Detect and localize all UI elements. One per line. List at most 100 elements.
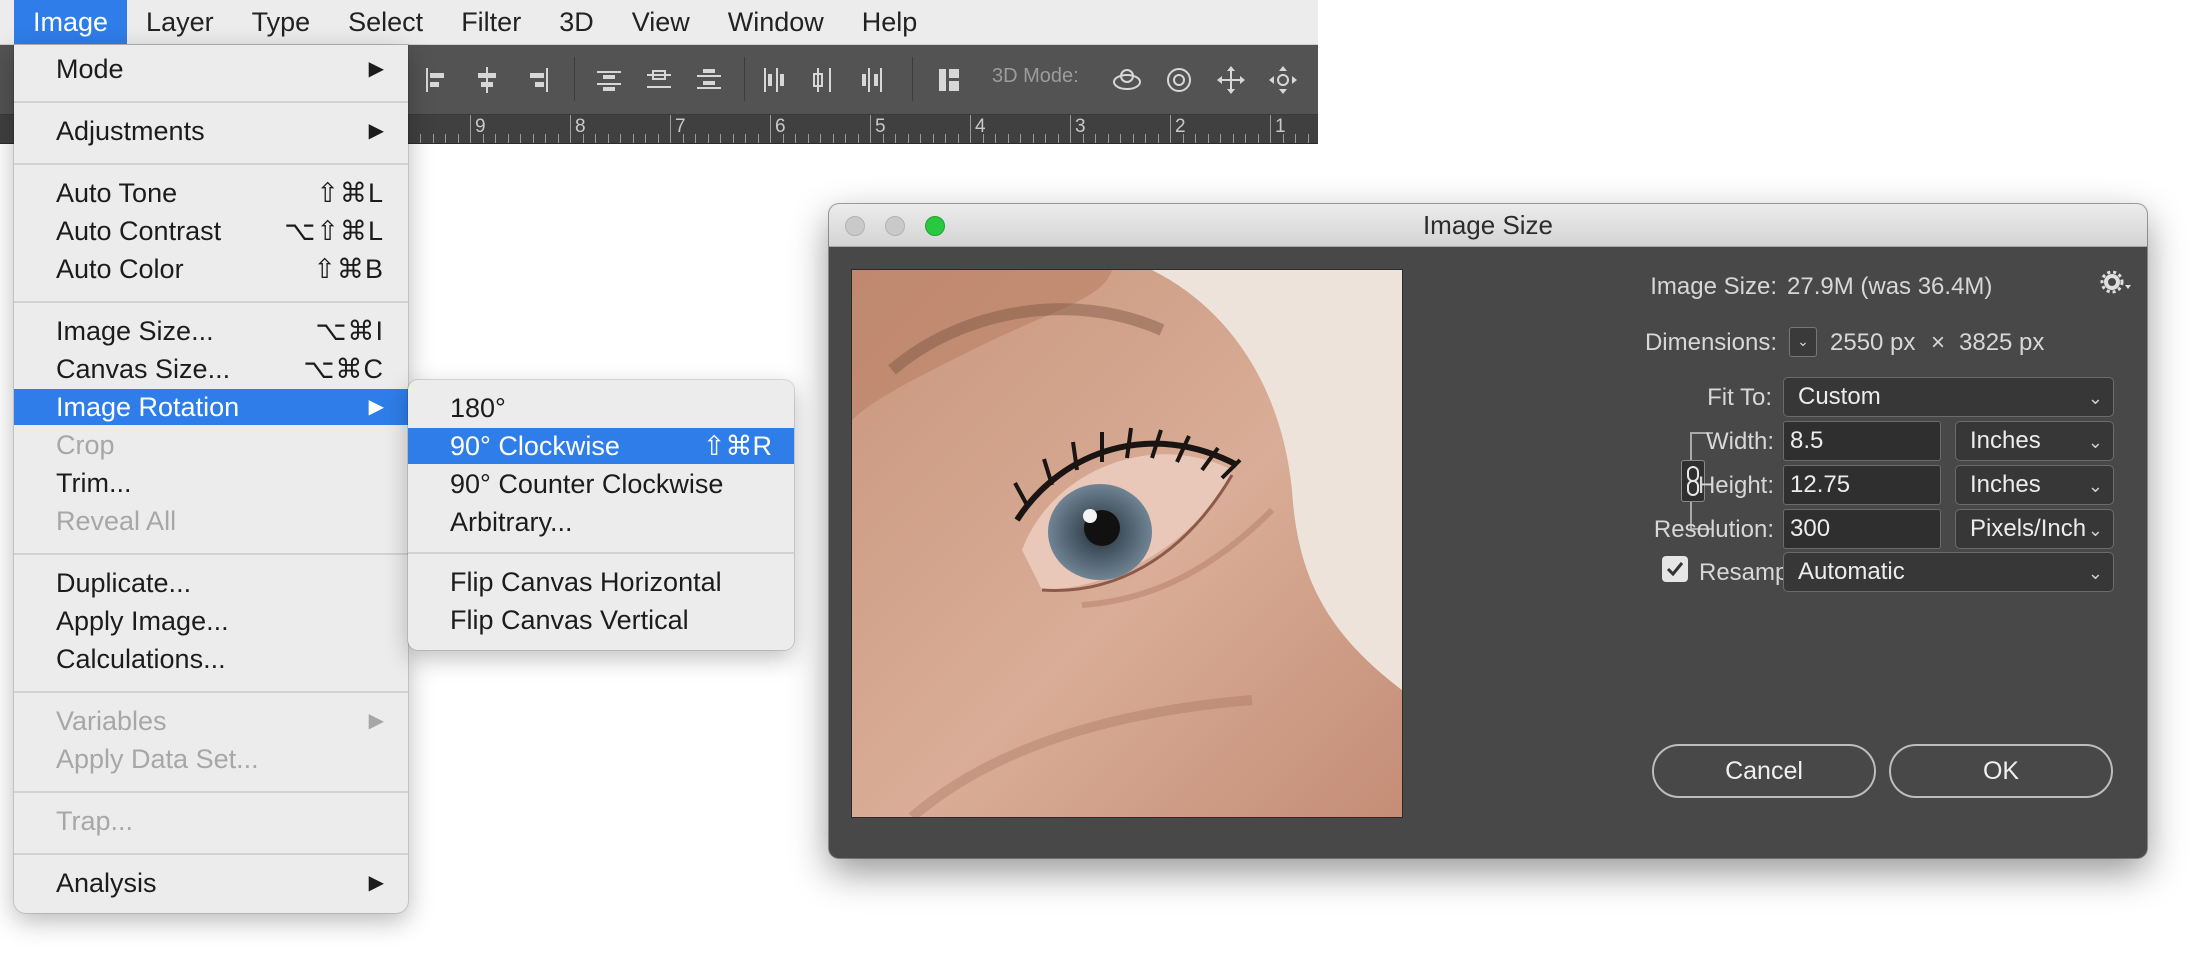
dimensions-height-value: 3825 px xyxy=(1959,329,2045,356)
menu-separator xyxy=(14,301,408,303)
menu-shortcut: ⌥⇧⌘L xyxy=(284,216,384,246)
image-menu: Mode ▶ Adjustments ▶ Auto Tone ⇧⌘L Auto Con… xyxy=(14,45,408,913)
ruler-tick xyxy=(495,134,496,143)
menu-help[interactable]: Help xyxy=(843,0,937,44)
menu-item-rotate-90-ccw[interactable]: 90° Counter Clockwise xyxy=(408,466,794,502)
distribute-bottom-edges-icon[interactable] xyxy=(692,63,726,97)
ruler-label: 8 xyxy=(575,116,586,137)
checkmark-icon xyxy=(1666,562,1684,577)
orbit-3d-camera-icon[interactable] xyxy=(1110,63,1144,97)
menu-item-trim[interactable]: Trim... xyxy=(14,465,408,501)
menu-type[interactable]: Type xyxy=(233,0,330,44)
dialog-title: Image Size xyxy=(1422,210,1554,240)
dialog-body: Image Size: 27.9M (was 36.4M) Dimensions… xyxy=(829,247,2147,858)
dimensions-label: Dimensions: xyxy=(1644,329,1777,356)
ruler-tick xyxy=(1220,134,1221,143)
submenu-arrow-icon: ▶ xyxy=(368,58,384,80)
ruler-tick xyxy=(757,134,759,143)
menu-separator xyxy=(14,791,408,793)
menu-item-image-size[interactable]: Image Size... ⌥⌘I xyxy=(14,313,408,349)
distribute-left-edges-icon[interactable] xyxy=(756,63,790,97)
menu-item-label: Mode xyxy=(56,54,124,84)
menu-item-flip-horizontal[interactable]: Flip Canvas Horizontal xyxy=(408,564,794,600)
align-horizontal-centers-icon[interactable] xyxy=(470,63,504,97)
menu-item-calculations[interactable]: Calculations... xyxy=(14,641,408,677)
menu-item-flip-vertical[interactable]: Flip Canvas Vertical xyxy=(408,602,794,638)
menu-view[interactable]: View xyxy=(613,0,709,44)
menu-item-rotate-180[interactable]: 180° xyxy=(408,390,794,426)
roll-3d-camera-icon[interactable] xyxy=(1162,63,1196,97)
ruler-tick xyxy=(957,134,959,143)
menu-item-rotate-arbitrary[interactable]: Arbitrary... xyxy=(408,504,794,540)
distribute-right-edges-icon[interactable] xyxy=(856,63,890,97)
distribute-vertical-centers-icon[interactable] xyxy=(642,63,676,97)
image-size-value: 27.9M (was 36.4M) xyxy=(1787,273,1993,300)
height-label: Height: xyxy=(1697,472,1774,499)
distribute-horizontal-centers-icon[interactable] xyxy=(806,63,840,97)
align-right-edges-icon[interactable] xyxy=(520,63,554,97)
menu-item-canvas-size[interactable]: Canvas Size... ⌥⌘C xyxy=(14,351,408,387)
menu-item-mode[interactable]: Mode ▶ xyxy=(14,51,408,87)
height-unit-select[interactable]: Inches ⌄ xyxy=(1955,465,2114,505)
menu-item-auto-color[interactable]: Auto Color ⇧⌘B xyxy=(14,251,408,287)
dialog-titlebar[interactable]: Image Size xyxy=(829,204,2147,247)
menu-item-rotate-90-cw[interactable]: 90° Clockwise ⇧⌘R xyxy=(408,428,794,464)
menu-item-label: Auto Tone xyxy=(56,178,178,208)
menu-item-label: Apply Data Set... xyxy=(56,744,259,774)
menu-item-label: Image Size... xyxy=(56,316,214,346)
ruler-tick xyxy=(845,134,846,143)
menu-item-auto-contrast[interactable]: Auto Contrast ⌥⇧⌘L xyxy=(14,213,408,249)
menu-item-label: Analysis xyxy=(56,868,157,898)
pan-3d-camera-icon[interactable] xyxy=(1214,63,1248,97)
resolution-unit-select[interactable]: Pixels/Inch ⌄ xyxy=(1955,509,2114,549)
ok-button[interactable]: OK xyxy=(1889,744,2113,798)
menu-filter[interactable]: Filter xyxy=(442,0,540,44)
ruler-tick xyxy=(1195,134,1196,143)
ruler-tick xyxy=(1070,115,1071,143)
ruler-tick xyxy=(1007,134,1009,143)
menu-item-duplicate[interactable]: Duplicate... xyxy=(14,565,408,601)
ruler-tick xyxy=(545,134,546,143)
ruler-label: 7 xyxy=(675,116,686,137)
resolution-label: Resolution: xyxy=(1653,516,1774,543)
ruler-tick xyxy=(520,134,521,143)
menu-layer[interactable]: Layer xyxy=(127,0,233,44)
menu-3d[interactable]: 3D xyxy=(540,0,613,44)
menu-item-label: Variables xyxy=(56,706,167,736)
menu-item-apply-image[interactable]: Apply Image... xyxy=(14,603,408,639)
menu-window[interactable]: Window xyxy=(709,0,843,44)
cancel-button[interactable]: Cancel xyxy=(1652,744,1876,798)
width-unit-select[interactable]: Inches ⌄ xyxy=(1955,421,2114,461)
settings-gear-icon[interactable] xyxy=(2099,269,2133,299)
ruler-tick xyxy=(632,134,634,143)
menu-item-adjustments[interactable]: Adjustments ▶ xyxy=(14,113,408,149)
submenu-arrow-icon: ▶ xyxy=(368,710,384,732)
ruler-tick xyxy=(607,134,609,143)
menu-image[interactable]: Image xyxy=(14,0,128,44)
align-left-edges-icon[interactable] xyxy=(420,63,454,97)
menu-bar: Image Layer Type Select Filter 3D View W… xyxy=(0,0,1318,45)
menu-item-image-rotation[interactable]: Image Rotation ▶ xyxy=(14,389,408,425)
image-preview[interactable] xyxy=(851,269,1403,818)
resample-select[interactable]: Automatic ⌄ xyxy=(1783,552,2114,592)
ruler-tick xyxy=(920,134,921,143)
ruler-tick xyxy=(557,134,559,143)
menu-select[interactable]: Select xyxy=(329,0,442,44)
height-input[interactable]: 12.75 xyxy=(1783,465,1941,505)
dimensions-units-dropdown[interactable]: ⌄ xyxy=(1789,327,1817,357)
toolbar-divider xyxy=(744,57,745,101)
ruler-label: 2 xyxy=(1175,116,1186,137)
fit-to-select[interactable]: Custom ⌄ xyxy=(1783,377,2114,417)
image-rotation-submenu: 180° 90° Clockwise ⇧⌘R 90° Counter Clockw… xyxy=(408,380,794,650)
ruler-tick xyxy=(820,134,821,143)
width-input[interactable]: 8.5 xyxy=(1783,421,1941,461)
menu-item-auto-tone[interactable]: Auto Tone ⇧⌘L xyxy=(14,175,408,211)
submenu-arrow-icon: ▶ xyxy=(368,396,384,418)
menu-item-label: Arbitrary... xyxy=(450,507,573,537)
slide-3d-camera-icon[interactable] xyxy=(1266,63,1300,97)
auto-align-layers-icon[interactable] xyxy=(932,63,966,97)
resample-checkbox[interactable] xyxy=(1662,556,1688,582)
menu-item-analysis[interactable]: Analysis ▶ xyxy=(14,865,408,901)
distribute-top-edges-icon[interactable] xyxy=(592,63,626,97)
resolution-input[interactable]: 300 xyxy=(1783,509,1941,549)
